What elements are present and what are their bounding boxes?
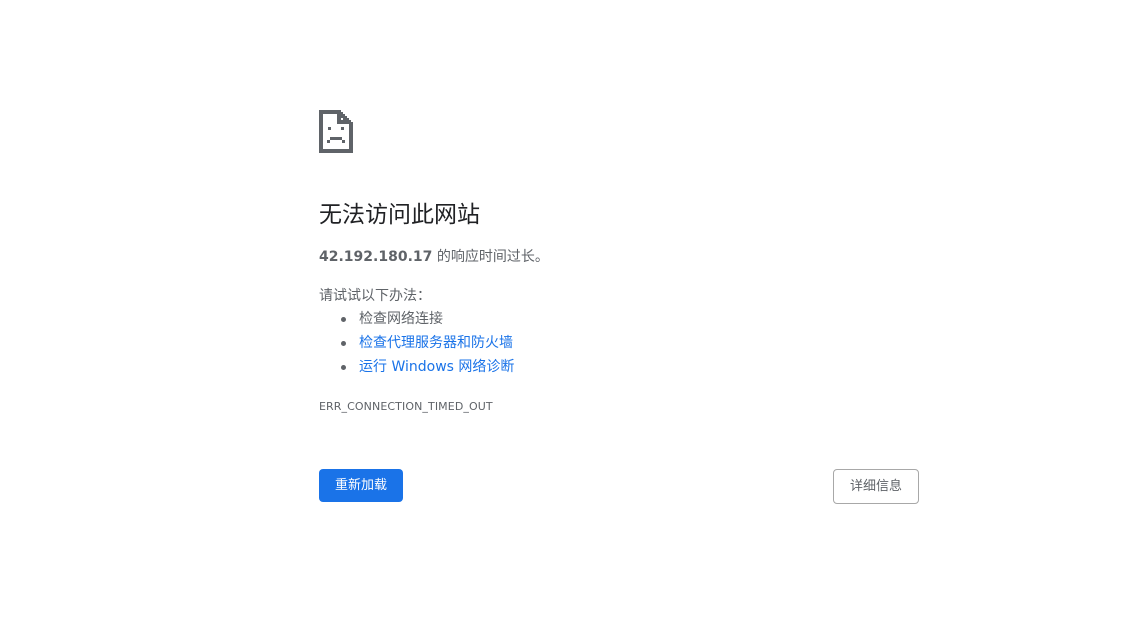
check-proxy-link[interactable]: 检查代理服务器和防火墙 <box>359 335 513 351</box>
suggestion-check-network: 检查网络连接 <box>319 309 514 333</box>
sad-page-icon <box>319 110 353 153</box>
bullet-icon <box>341 365 346 370</box>
suggestion-run-diagnostics: 运行 Windows 网络诊断 <box>319 357 514 381</box>
suggestions-list: 检查网络连接 检查代理服务器和防火墙 运行 Windows 网络诊断 <box>319 309 514 381</box>
suggestions-heading: 请试试以下办法： <box>319 288 431 304</box>
network-diagnostics-link[interactable]: 运行 Windows 网络诊断 <box>359 359 514 375</box>
error-page: 无法访问此网站 42.192.180.17 的响应时间过长。 请试试以下办法： … <box>0 0 1136 624</box>
page-title: 无法访问此网站 <box>319 202 480 228</box>
summary-text: 的响应时间过长。 <box>432 249 549 265</box>
reload-button[interactable]: 重新加载 <box>319 469 403 502</box>
suggestion-check-proxy: 检查代理服务器和防火墙 <box>319 333 514 357</box>
host-address: 42.192.180.17 <box>319 249 433 265</box>
error-code: ERR_CONNECTION_TIMED_OUT <box>319 400 493 413</box>
suggestion-label: 检查网络连接 <box>359 311 443 327</box>
bullet-icon <box>341 317 346 322</box>
bullet-icon <box>341 341 346 346</box>
error-summary: 42.192.180.17 的响应时间过长。 <box>319 247 549 267</box>
details-button[interactable]: 详细信息 <box>833 469 919 504</box>
